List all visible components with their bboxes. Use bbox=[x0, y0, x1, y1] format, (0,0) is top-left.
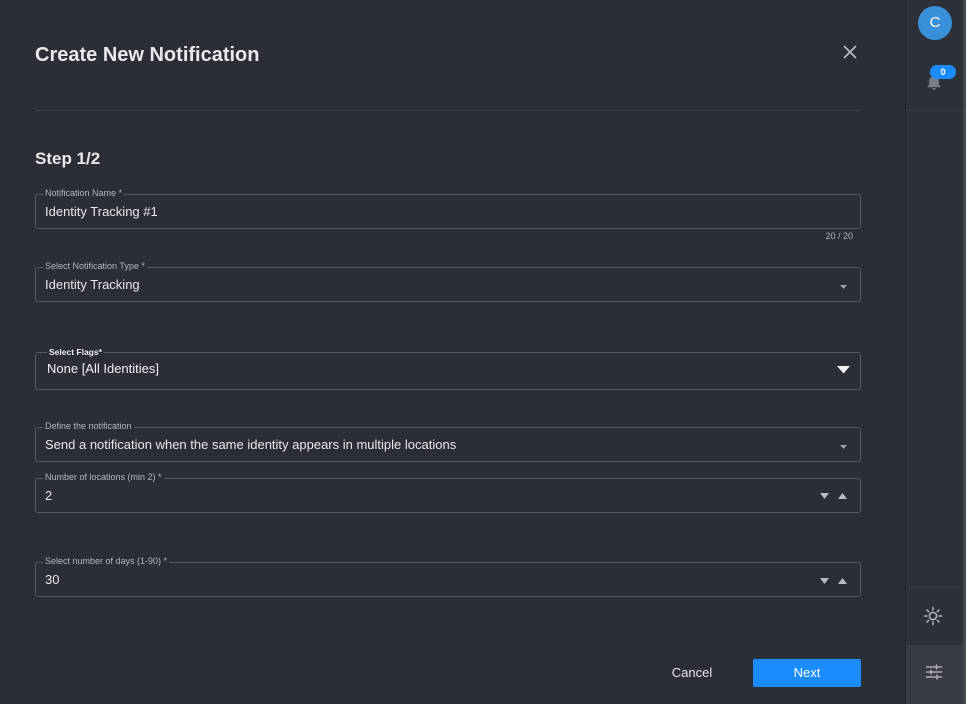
sun-icon[interactable] bbox=[923, 606, 943, 626]
create-notification-dialog: Create New Notification Step 1/2 Notific… bbox=[0, 0, 905, 704]
locations-count-input[interactable] bbox=[45, 488, 745, 504]
cancel-button[interactable]: Cancel bbox=[662, 660, 722, 686]
chevron-down-icon bbox=[840, 445, 847, 449]
sidebar-divider-top bbox=[906, 110, 963, 111]
close-icon[interactable] bbox=[842, 44, 858, 60]
flags-select[interactable]: Select Flags* None [All Identities] bbox=[35, 347, 861, 390]
notification-definition-select[interactable]: Define the notification Send a notificat… bbox=[35, 421, 861, 462]
days-count-field: Select number of days (1-90) * bbox=[35, 556, 861, 597]
notification-count-badge: 0 bbox=[930, 65, 956, 79]
chevron-down-icon bbox=[840, 285, 847, 289]
locations-count-label: Number of locations (min 2) * bbox=[43, 472, 164, 483]
next-button[interactable]: Next bbox=[753, 659, 861, 687]
notification-type-select[interactable]: Select Notification Type * Identity Trac… bbox=[35, 261, 861, 302]
increment-arrow-icon[interactable] bbox=[838, 578, 847, 584]
decrement-arrow-icon[interactable] bbox=[820, 493, 829, 499]
decrement-arrow-icon[interactable] bbox=[820, 578, 829, 584]
sidebar-divider-bottom bbox=[906, 587, 963, 588]
dialog-title: Create New Notification bbox=[35, 44, 260, 66]
notification-name-input[interactable] bbox=[45, 204, 805, 220]
notification-name-field: Notification Name * 20 / 20 bbox=[35, 188, 861, 241]
header-divider bbox=[35, 110, 860, 111]
increment-arrow-icon[interactable] bbox=[838, 493, 847, 499]
user-avatar[interactable]: C bbox=[918, 6, 952, 40]
character-counter: 20 / 20 bbox=[825, 231, 853, 241]
days-count-input[interactable] bbox=[45, 572, 745, 588]
notification-type-value: Identity Tracking bbox=[45, 277, 140, 292]
notification-name-label: Notification Name * bbox=[43, 188, 125, 199]
notification-type-label: Select Notification Type * bbox=[43, 261, 147, 272]
notification-definition-label: Define the notification bbox=[43, 421, 134, 432]
caret-down-icon bbox=[837, 366, 850, 374]
locations-count-field: Number of locations (min 2) * bbox=[35, 472, 861, 513]
flags-value: None [All Identities] bbox=[47, 361, 160, 376]
notification-definition-value: Send a notification when the same identi… bbox=[45, 437, 457, 452]
right-sidebar bbox=[905, 0, 963, 704]
sliders-icon bbox=[925, 663, 943, 681]
step-indicator: Step 1/2 bbox=[35, 149, 101, 168]
days-count-label: Select number of days (1-90) * bbox=[43, 556, 170, 567]
flags-label: Select Flags* bbox=[47, 347, 104, 358]
